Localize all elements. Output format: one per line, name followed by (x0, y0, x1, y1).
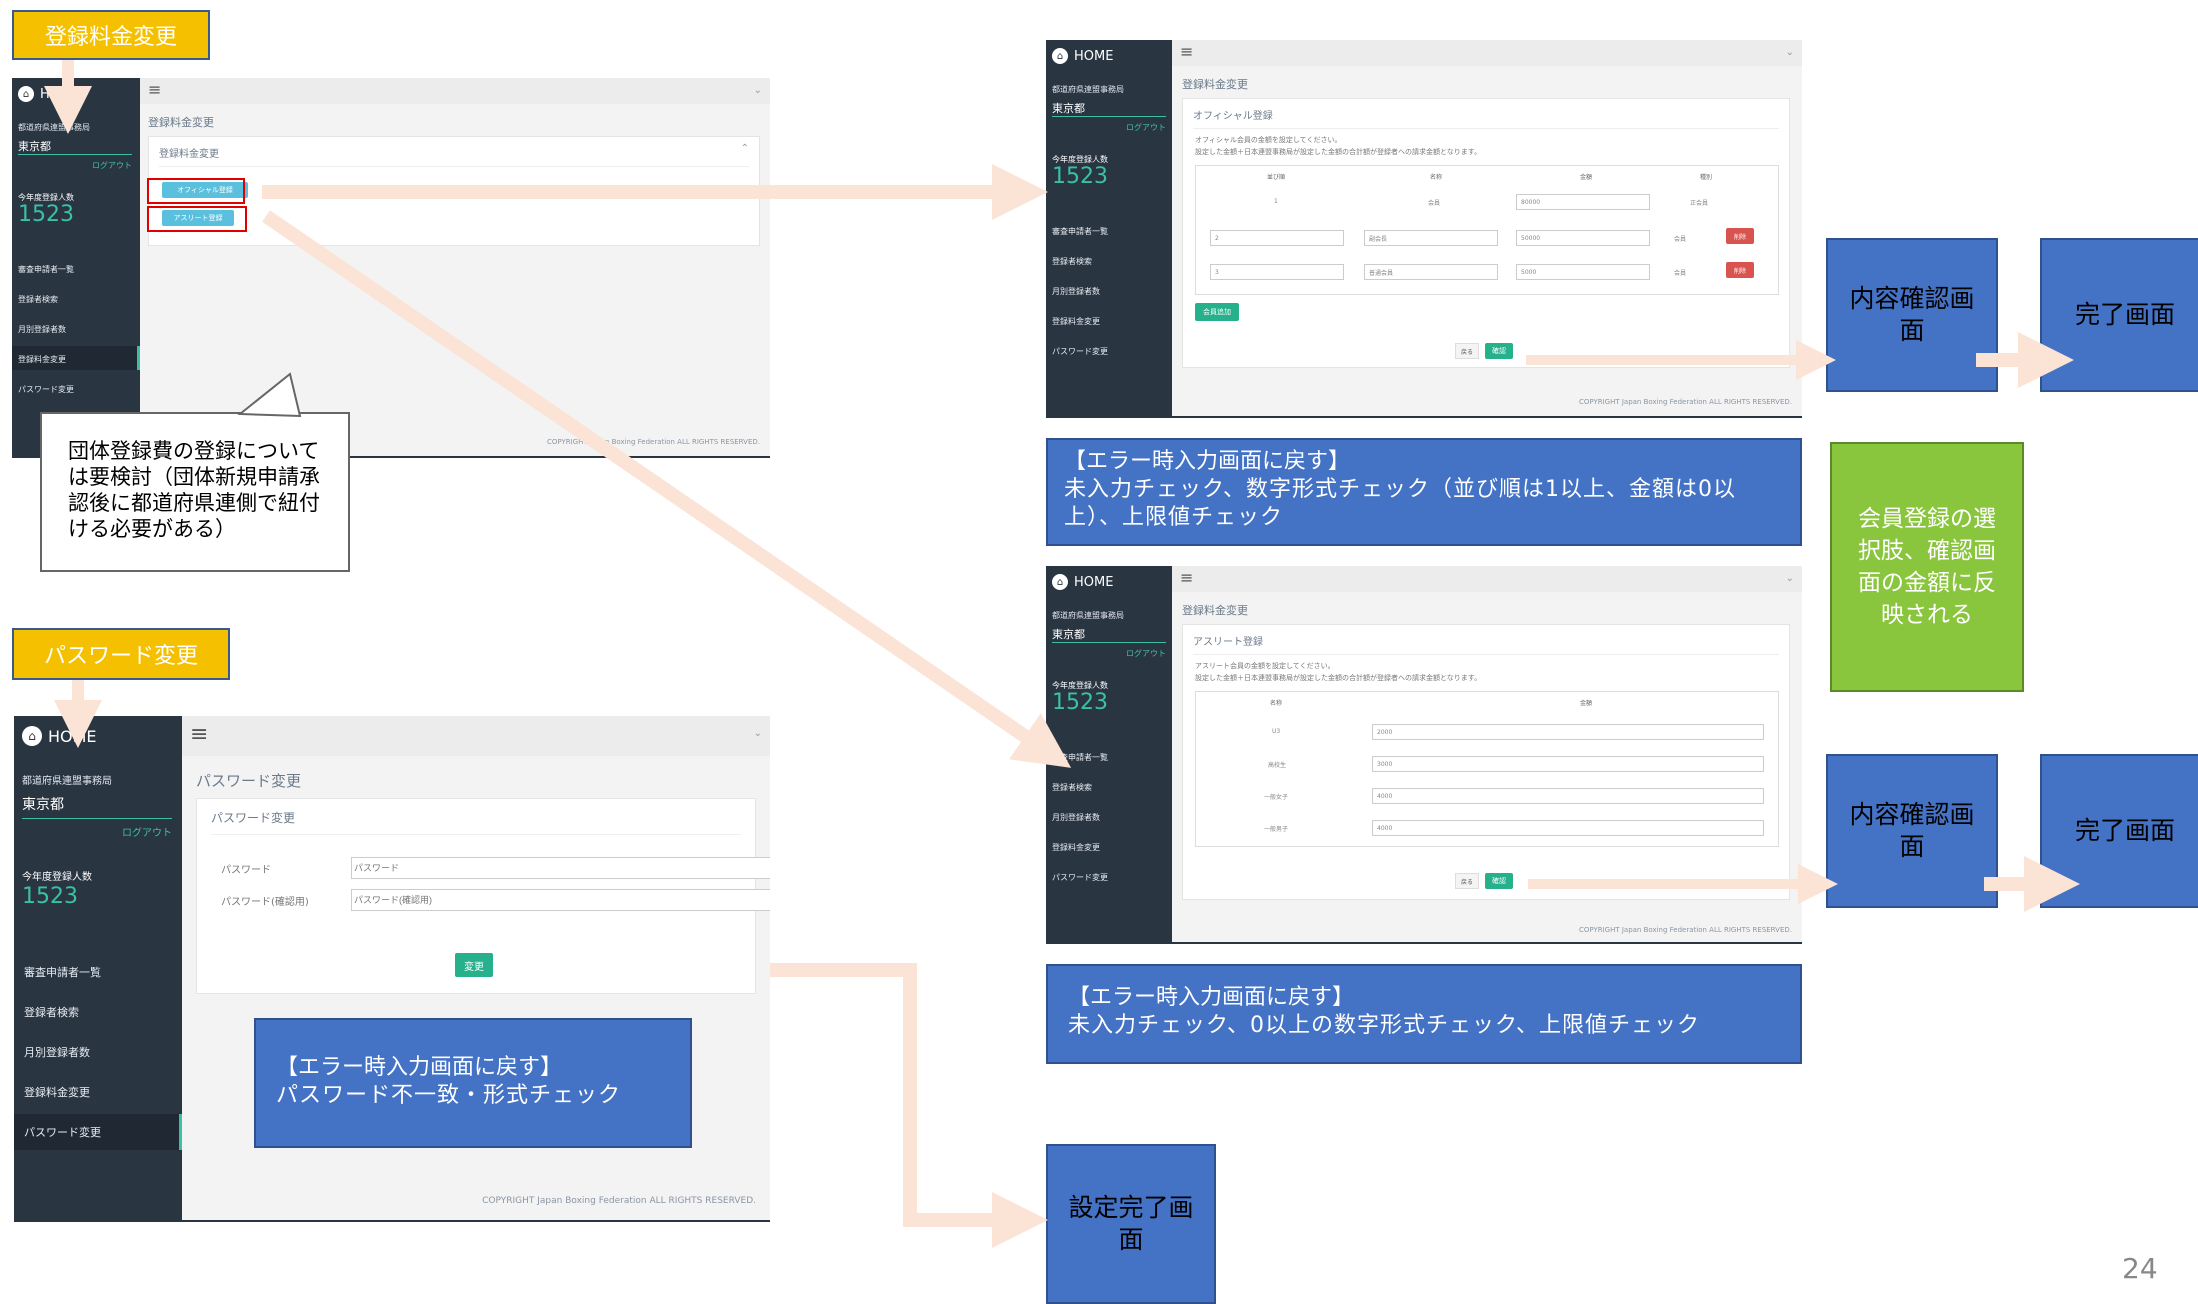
arrow-athlete (262, 210, 1072, 768)
flow-arrows (44, 60, 2080, 1248)
callout-pointer (237, 372, 302, 418)
arrow-password-done (770, 963, 1048, 1248)
